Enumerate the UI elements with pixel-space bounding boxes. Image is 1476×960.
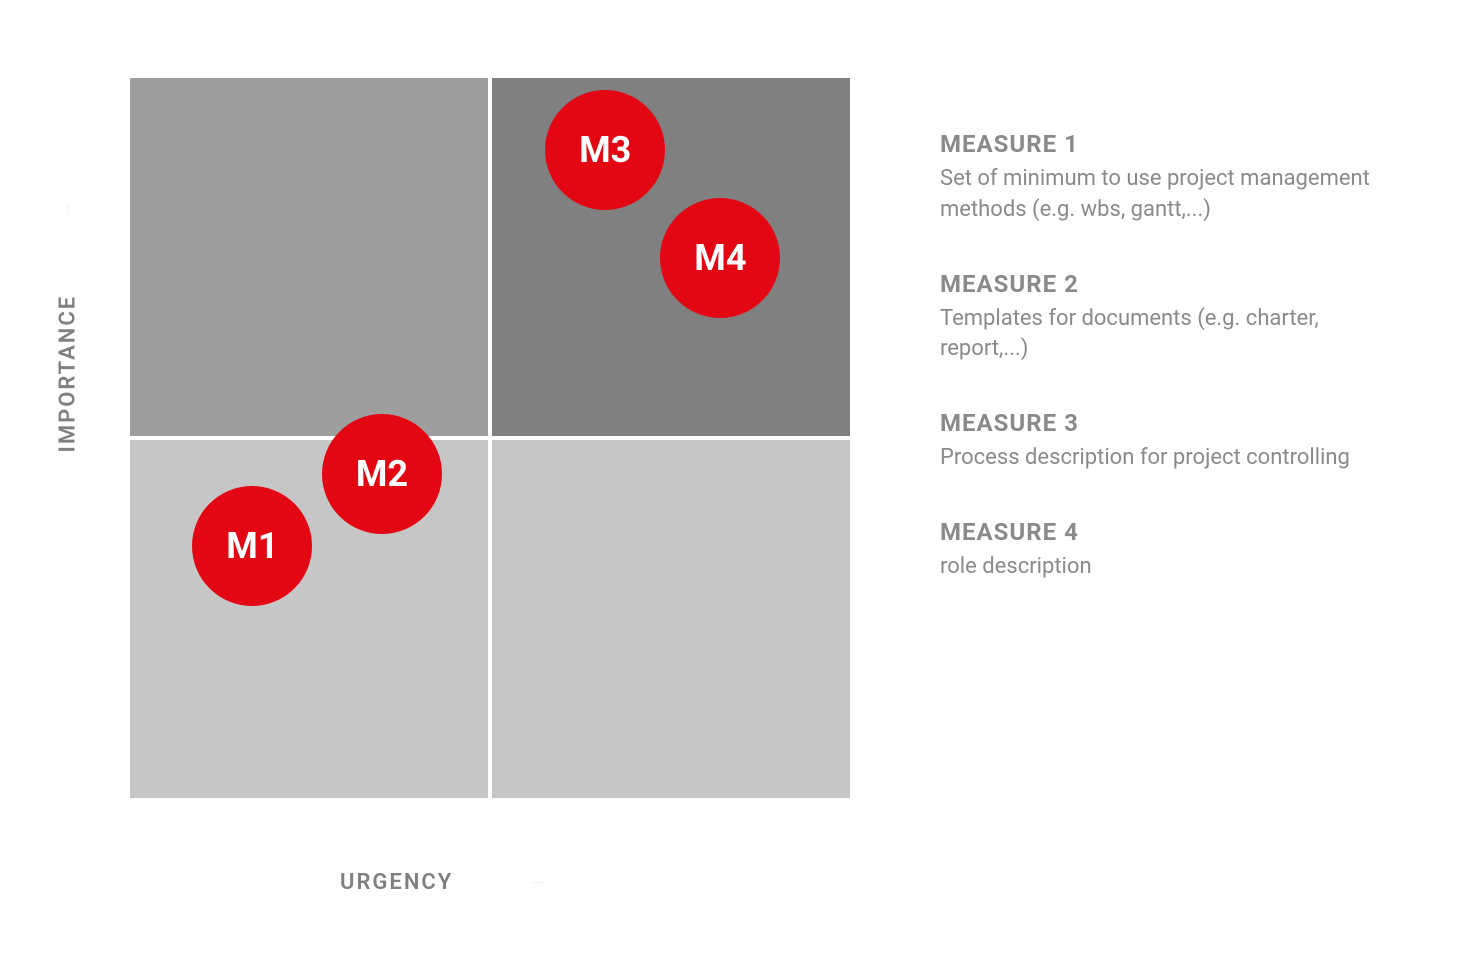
priority-matrix — [130, 78, 850, 798]
legend-item-4: MEASURE 4 role description — [940, 518, 1400, 583]
quadrant-top-left — [130, 78, 488, 436]
x-axis-text: URGENCY — [340, 870, 453, 895]
legend-item-3: MEASURE 3 Process description for projec… — [940, 409, 1400, 474]
x-axis-label: URGENCY — [340, 870, 597, 895]
measure-desc: role description — [940, 552, 1400, 583]
arrow-up-icon — [68, 151, 69, 271]
bubble-m4: M4 — [660, 198, 780, 318]
bubble-m1: M1 — [192, 486, 312, 606]
measure-title: MEASURE 1 — [940, 130, 1400, 158]
diagram-container: IMPORTANCE M1M2 M3M4 URGENCY MEASURE 1 Se… — [0, 0, 1476, 960]
legend-item-2: MEASURE 2 Templates for documents (e.g. … — [940, 270, 1400, 366]
measure-title: MEASURE 3 — [940, 409, 1400, 437]
measure-desc: Templates for documents (e.g. charter, r… — [940, 304, 1400, 366]
measure-title: MEASURE 2 — [940, 270, 1400, 298]
measure-desc: Set of minimum to use project management… — [940, 164, 1400, 226]
legend-item-1: MEASURE 1 Set of minimum to use project … — [940, 130, 1400, 226]
measure-title: MEASURE 4 — [940, 518, 1400, 546]
bubble-m2: M2 — [322, 414, 442, 534]
quadrant-bottom-right — [492, 440, 850, 798]
y-axis-text: IMPORTANCE — [56, 295, 81, 453]
legend: MEASURE 1 Set of minimum to use project … — [940, 130, 1400, 583]
bubble-m3: M3 — [545, 90, 665, 210]
arrow-right-icon — [477, 882, 597, 883]
y-axis-label: IMPORTANCE — [56, 151, 81, 453]
measure-desc: Process description for project controll… — [940, 443, 1400, 474]
